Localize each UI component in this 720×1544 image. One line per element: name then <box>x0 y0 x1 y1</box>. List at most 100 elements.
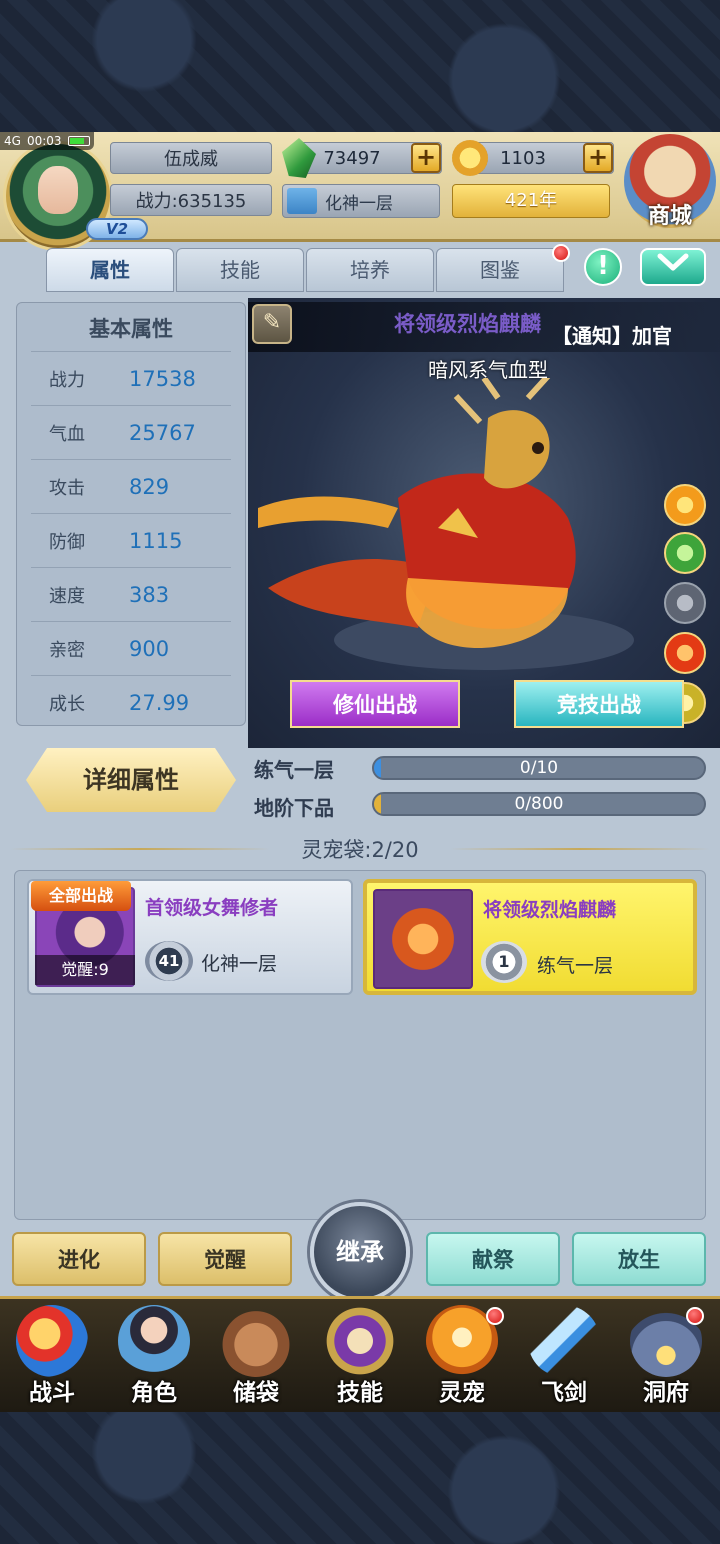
pet-card-realm: 化神一层 <box>201 953 278 975</box>
codex-notification-dot <box>552 244 570 262</box>
realm-label: 化神一层 <box>325 193 393 214</box>
cave-notification-dot <box>686 1307 704 1325</box>
sacrifice-button[interactable]: 献祭 <box>426 1232 560 1286</box>
xiuxian-battle-button[interactable]: 修仙出战 <box>290 680 460 728</box>
all-deployed-tag: 全部出战 <box>31 881 131 911</box>
attr-row-growth: 成长 27.99 <box>31 675 231 729</box>
realm-icon <box>287 188 317 214</box>
pet-list: 全部出战 觉醒:9 首领级女舞修者 41 化神一层 将领级烈焰麒麟 1 练气一层 <box>14 870 706 1220</box>
nav-item-battle[interactable]: 战斗 <box>2 1301 102 1411</box>
avatar-face <box>38 166 78 214</box>
clock: 00:03 <box>26 134 62 148</box>
grade-label: 地阶下品 <box>254 796 334 820</box>
collapse-button[interactable] <box>640 248 706 286</box>
nav-item-bag[interactable]: 储袋 <box>206 1301 306 1411</box>
vip-badge[interactable]: V2 <box>86 218 148 240</box>
top-background <box>0 0 720 132</box>
attr-value: 17538 <box>129 366 196 391</box>
nav-label: 飞剑 <box>541 1380 587 1406</box>
network-indicator: 4G <box>4 134 21 148</box>
character-icon <box>118 1305 190 1377</box>
sun-icon[interactable] <box>664 484 706 526</box>
leaf-icon[interactable] <box>664 532 706 574</box>
shop-button[interactable]: 商城 <box>624 134 716 229</box>
nav-item-pets[interactable]: 灵宠 <box>412 1301 512 1411</box>
notice-ticker: 【通知】加官 <box>552 324 672 348</box>
inherit-button[interactable]: 继承 <box>310 1202 410 1302</box>
attr-row-attack: 攻击 829 <box>31 459 231 513</box>
base-attributes-panel: 基本属性 战力 17538 气血 25767 攻击 829 防御 1115 速度… <box>16 302 246 726</box>
attr-label: 成长 <box>49 693 85 715</box>
nav-item-flying-sword[interactable]: 飞剑 <box>514 1301 614 1411</box>
tab-skills[interactable]: 技能 <box>176 248 304 292</box>
grade-progress-text: 0/800 <box>514 794 564 814</box>
nav-label: 战斗 <box>29 1380 75 1406</box>
battle-icon <box>16 1305 88 1377</box>
qilin-pet-model <box>258 378 634 670</box>
info-button[interactable]: ! <box>584 248 622 286</box>
attr-value: 900 <box>129 636 170 661</box>
battery-icon <box>67 136 90 146</box>
arena-battle-button[interactable]: 竞技出战 <box>514 680 684 728</box>
pet-card-name: 将领级烈焰麒麟 <box>483 899 617 921</box>
player-power: 战力:635135 <box>110 184 272 216</box>
jade-counter: 73497 + <box>292 142 442 174</box>
pet-name: 将领级烈焰麒麟 <box>394 312 541 336</box>
attr-row-speed: 速度 383 <box>31 567 231 621</box>
pet-portrait <box>373 889 473 989</box>
shop-label: 商城 <box>647 204 692 229</box>
detail-attributes-button[interactable]: 详细属性 <box>26 748 236 812</box>
nav-item-cave[interactable]: 洞府 <box>616 1301 716 1411</box>
release-button[interactable]: 放生 <box>572 1232 706 1286</box>
pet-card[interactable]: 全部出战 觉醒:9 首领级女舞修者 41 化神一层 <box>27 879 353 995</box>
nav-item-skills[interactable]: 技能 <box>310 1301 410 1411</box>
attr-label: 防御 <box>49 531 85 553</box>
nav-item-character[interactable]: 角色 <box>104 1301 204 1411</box>
pet-card-realm: 练气一层 <box>537 955 614 977</box>
brush-icon[interactable]: ✎ <box>252 304 292 344</box>
attr-label: 战力 <box>49 369 85 391</box>
pets-notification-dot <box>486 1307 504 1325</box>
bag-divider: 灵宠袋:2/20 <box>0 834 720 864</box>
jade-add-button[interactable]: + <box>411 143 441 173</box>
pet-card-selected[interactable]: 将领级烈焰麒麟 1 练气一层 <box>363 879 697 995</box>
bottom-background <box>0 1412 720 1544</box>
bag-icon <box>220 1305 292 1377</box>
attr-row-power: 战力 17538 <box>31 351 231 405</box>
level-label: 练气一层 <box>254 758 334 782</box>
sword-icon <box>528 1305 600 1377</box>
evolve-button[interactable]: 进化 <box>12 1232 146 1286</box>
pet-level-badge: 1 <box>481 941 527 983</box>
attributes-title: 基本属性 <box>89 317 173 341</box>
awakening-level: 觉醒:9 <box>35 955 135 985</box>
fire-icon[interactable] <box>664 632 706 674</box>
attr-row-intimacy: 亲密 900 <box>31 621 231 675</box>
lifespan-years: 421年 <box>452 184 610 218</box>
gold-add-button[interactable]: + <box>583 143 613 173</box>
attr-value: 25767 <box>129 420 196 445</box>
level-progress-bar: 0/10 <box>372 756 706 780</box>
bag-capacity: 灵宠袋:2/20 <box>301 838 419 862</box>
nav-label: 洞府 <box>643 1380 689 1406</box>
bottom-nav: 战斗 角色 储袋 技能 灵宠 飞剑 洞府 <box>0 1296 720 1412</box>
attr-value: 829 <box>129 474 170 499</box>
attr-value: 383 <box>129 582 170 607</box>
pet-level-badge: 41 <box>145 941 193 981</box>
attr-label: 气血 <box>49 423 85 445</box>
grade-progress-bar: 0/800 <box>372 792 706 816</box>
nav-label: 储袋 <box>233 1380 279 1406</box>
tab-training[interactable]: 培养 <box>306 248 434 292</box>
wind-icon[interactable] <box>664 582 706 624</box>
player-header: 4G 00:03 V2 伍成威 战力:635135 73497 + 1103 +… <box>0 132 720 248</box>
attr-value: 1115 <box>129 528 183 553</box>
tab-codex[interactable]: 图鉴 <box>436 248 564 292</box>
status-bar: 4G 00:03 <box>0 132 94 150</box>
attr-label: 攻击 <box>49 477 85 499</box>
awaken-button[interactable]: 觉醒 <box>158 1232 292 1286</box>
nav-label: 角色 <box>131 1380 177 1406</box>
player-name: 伍成威 <box>110 142 272 174</box>
skill-icon <box>324 1305 396 1377</box>
attr-label: 速度 <box>49 585 85 607</box>
tab-attributes[interactable]: 属性 <box>46 248 174 292</box>
attr-row-hp: 气血 25767 <box>31 405 231 459</box>
